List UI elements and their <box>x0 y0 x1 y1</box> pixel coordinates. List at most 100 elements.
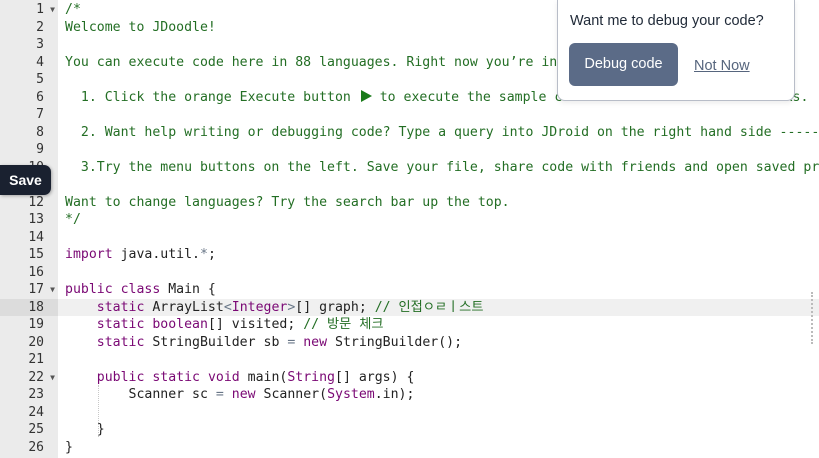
line-number-text: 4 <box>36 54 44 70</box>
code-token: Main { <box>160 282 216 297</box>
line-number-text: 15 <box>28 247 44 262</box>
code-token: .in); <box>374 387 415 402</box>
code-token: ArrayList <box>144 299 224 315</box>
code-token: 2. Want help writing or debugging code? … <box>80 124 819 140</box>
line-number: 26 <box>0 439 58 457</box>
code-line[interactable]: 25 } <box>0 421 819 439</box>
code-text: static boolean[] visited; // 방문 체크 <box>65 316 384 334</box>
line-number: 14 <box>0 229 58 247</box>
line-number-text: 26 <box>28 439 44 455</box>
debug-code-button[interactable]: Debug code <box>569 43 678 86</box>
code-token: StringBuilder(); <box>327 334 463 350</box>
line-number-text: 5 <box>36 72 44 87</box>
code-token: public <box>96 369 145 385</box>
code-token: = <box>215 387 224 402</box>
code-token: * <box>199 247 208 262</box>
code-token: */ <box>65 212 81 227</box>
fold-arrow-icon[interactable]: ▼ <box>50 1 55 19</box>
code-token: static <box>152 369 200 385</box>
line-number: 17 ▼ <box>0 281 58 299</box>
code-text: 3.Try the menu buttons on the left. Save… <box>65 159 819 177</box>
code-line[interactable]: 11 <box>0 176 819 194</box>
save-button[interactable]: Save <box>0 165 51 195</box>
code-text: Want to change languages? Try the search… <box>65 194 510 212</box>
line-number-text: 2 <box>36 19 44 35</box>
code-token: Welcome to JDoodle! <box>65 19 216 35</box>
code-token: ; <box>207 247 216 262</box>
code-line[interactable]: 20 static StringBuilder sb = new StringB… <box>0 334 819 352</box>
line-number: 4 <box>0 54 58 72</box>
code-line[interactable]: 8 2. Want help writing or debugging code… <box>0 124 819 142</box>
code-token: boolean <box>152 317 208 332</box>
indent-guide <box>98 385 99 437</box>
code-text: /* <box>65 1 81 19</box>
code-token: String <box>287 369 335 385</box>
code-line[interactable]: 26} <box>0 439 819 457</box>
line-number: 3 <box>0 36 58 54</box>
line-number: 21 <box>0 351 58 369</box>
code-token: // 방문 체크 <box>303 317 384 332</box>
code-token: public <box>65 282 113 297</box>
code-line[interactable]: 16 <box>0 264 819 282</box>
not-now-link[interactable]: Not Now <box>694 58 750 74</box>
line-number: 13 <box>0 211 58 229</box>
code-line[interactable]: 17 ▼ public class Main { <box>0 281 819 299</box>
play-icon <box>360 89 372 102</box>
code-token: Scanner( <box>255 387 328 402</box>
code-line[interactable]: 19 static boolean[] visited; // 방문 체크 <box>0 316 819 334</box>
line-number-text: 18 <box>28 299 44 315</box>
debug-popup: Want me to debug your code? Debug code N… <box>557 0 795 101</box>
line-number-text: 12 <box>28 194 44 210</box>
line-number: 7 <box>0 106 58 124</box>
code-line[interactable]: 13 */ <box>0 211 819 229</box>
code-line[interactable]: 10 3.Try the menu buttons on the left. S… <box>0 159 819 177</box>
line-number-text: 8 <box>36 124 44 140</box>
code-token: 3.Try the menu buttons on the left. Save… <box>65 159 819 175</box>
line-number: 9 <box>0 141 58 159</box>
line-number-text: 24 <box>28 404 44 420</box>
line-number: 12 <box>0 194 58 212</box>
code-line[interactable]: 15 import java.util.*; <box>0 246 819 264</box>
fold-arrow-icon[interactable]: ▼ <box>50 281 55 299</box>
code-token: < <box>223 299 232 315</box>
line-number-text: 16 <box>28 264 44 280</box>
line-number-text: 20 <box>28 334 44 350</box>
code-token: Scanner sc <box>65 387 216 402</box>
line-number-text: 19 <box>28 317 44 332</box>
code-token: Integer <box>231 299 288 315</box>
code-token: new <box>231 387 256 402</box>
code-token: static <box>96 317 145 332</box>
line-number: 19 <box>0 316 58 334</box>
code-line[interactable]: 9 <box>0 141 819 159</box>
code-line[interactable]: 23 Scanner sc = new Scanner(System.in); <box>0 386 819 404</box>
code-line[interactable]: 7 <box>0 106 819 124</box>
code-line[interactable]: 22 ▼ public static void main(String[] arg… <box>0 369 819 387</box>
code-line[interactable]: 14 <box>0 229 819 247</box>
code-line[interactable]: 12 Want to change languages? Try the sear… <box>0 194 819 212</box>
code-line[interactable]: 18 static ArrayList<Integer>[] graph; //… <box>0 298 819 316</box>
line-number: 8 <box>0 124 58 142</box>
code-text: */ <box>65 211 81 229</box>
code-line[interactable]: 21 <box>0 351 819 369</box>
code-token: new <box>303 334 328 350</box>
line-number: 20 <box>0 334 58 352</box>
fold-arrow-icon[interactable]: ▼ <box>50 369 55 387</box>
line-number: 15 <box>0 246 58 264</box>
code-text: public class Main { <box>65 281 216 299</box>
line-number-text: 1 <box>36 2 44 17</box>
code-token: System <box>327 387 375 402</box>
code-line[interactable]: 24 <box>0 404 819 422</box>
code-token: Want to change languages? Try the search… <box>65 194 510 210</box>
line-number-text: 17 <box>28 282 44 297</box>
code-token: StringBuilder sb <box>144 334 288 350</box>
line-number: 1 ▼ <box>0 1 58 19</box>
line-number-text: 6 <box>36 89 44 105</box>
scrollbar-handle[interactable] <box>811 292 818 344</box>
code-token: } <box>65 439 73 455</box>
line-number: 18 <box>0 298 58 316</box>
debug-popup-title: Want me to debug your code? <box>570 13 764 29</box>
